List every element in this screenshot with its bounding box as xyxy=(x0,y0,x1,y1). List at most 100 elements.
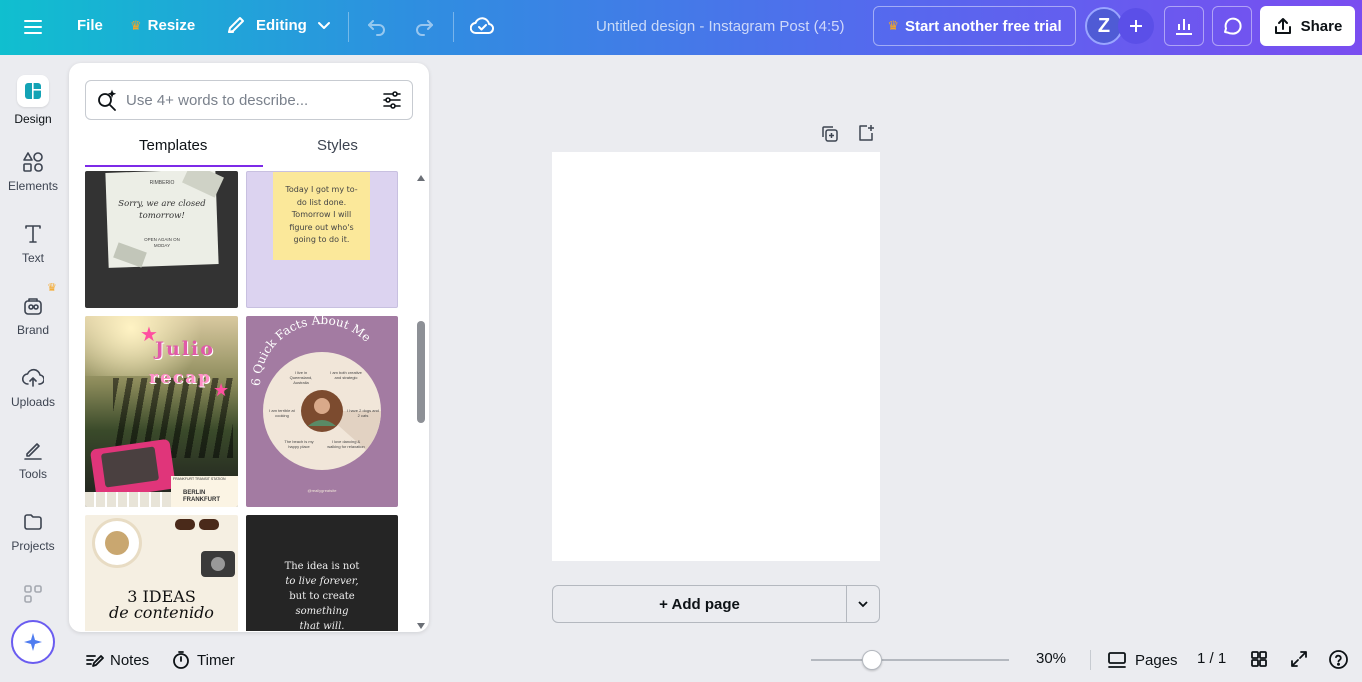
template-text: FRANKFURT TRANSIT STATION xyxy=(173,477,226,481)
resize-button[interactable]: ♛ Resize xyxy=(130,17,195,34)
share-button[interactable]: Share xyxy=(1260,6,1355,46)
timer-button[interactable]: Timer xyxy=(171,650,235,670)
text-icon xyxy=(25,225,41,243)
plus-icon xyxy=(1130,20,1142,32)
expand-icon xyxy=(1291,651,1307,667)
template-text: recap xyxy=(149,368,213,388)
undo-button[interactable] xyxy=(366,15,388,37)
magic-assistant-button[interactable] xyxy=(11,620,55,664)
comment-icon xyxy=(1224,17,1242,35)
design-icon xyxy=(17,75,49,107)
template-text: FRANKFURT xyxy=(183,497,220,503)
fullscreen-button[interactable] xyxy=(1289,649,1309,669)
template-card[interactable]: Today I got my to- do list done. Tomorro… xyxy=(246,171,398,308)
template-text: The idea is not xyxy=(284,561,360,572)
template-text: Julio xyxy=(155,338,215,360)
crown-icon: ♛ xyxy=(887,18,899,33)
projects-icon xyxy=(24,514,42,530)
rail-item-brand[interactable]: Brand ♛ xyxy=(0,282,66,337)
template-search xyxy=(85,80,413,120)
duplicate-page-icon[interactable] xyxy=(820,124,840,149)
template-text: BERLIN xyxy=(183,490,206,496)
template-text: RIMBERIO xyxy=(149,180,175,186)
cloud-check-icon xyxy=(470,17,494,34)
template-text: that will. xyxy=(299,621,345,631)
template-card[interactable]: Julio recap ★ ★ FRANKFURT TRANSIT STATIO… xyxy=(85,316,238,507)
template-text: MODAY xyxy=(153,243,171,248)
file-menu-button[interactable]: File xyxy=(77,17,103,34)
magic-search-icon xyxy=(98,89,117,111)
scroll-up-icon[interactable] xyxy=(417,175,425,181)
template-text: I live in Queensland, Australia xyxy=(289,370,313,385)
template-text: @reallygreatsite xyxy=(307,488,337,493)
template-card[interactable]: The idea is not to live forever, but to … xyxy=(246,515,398,631)
design-canvas[interactable] xyxy=(552,152,880,561)
page-counter: 1 / 1 xyxy=(1197,650,1227,667)
chevron-down-icon xyxy=(317,22,330,29)
template-text: The beach is my happy place xyxy=(284,439,314,449)
menu-icon[interactable] xyxy=(22,16,44,38)
template-text: figure out who's xyxy=(289,222,354,232)
rail-item-uploads[interactable]: Uploads xyxy=(0,367,66,409)
template-card[interactable]: RIMBERIO Sorry, we are closed tomorrow! … xyxy=(85,171,238,308)
uploads-icon xyxy=(22,368,44,387)
grid-view-button[interactable] xyxy=(1249,649,1269,669)
filter-icon[interactable] xyxy=(381,89,403,111)
help-button[interactable] xyxy=(1328,649,1349,670)
editing-mode-button[interactable]: Editing xyxy=(226,15,331,35)
pencil-icon xyxy=(228,17,244,33)
tab-templates[interactable]: Templates xyxy=(139,137,207,154)
template-text: Sorry, we are closed xyxy=(118,199,206,209)
add-page-button[interactable]: + Add page xyxy=(552,585,847,623)
template-card[interactable]: 6 Quick Facts About Me I live in Queensl… xyxy=(246,316,398,507)
side-rail: Design Elements Text Brand ♛ Uploads Too… xyxy=(0,55,66,682)
redo-button[interactable] xyxy=(413,15,435,37)
active-tab-indicator xyxy=(85,165,263,167)
cloud-save-button[interactable] xyxy=(470,15,494,37)
elements-icon xyxy=(23,152,43,172)
crown-icon: ♛ xyxy=(130,17,142,33)
chevron-down-icon xyxy=(858,601,868,608)
undo-icon xyxy=(368,20,385,36)
add-page-options-button[interactable] xyxy=(846,585,880,623)
tools-icon xyxy=(24,443,42,460)
pages-button[interactable]: Pages xyxy=(1107,650,1178,670)
template-text: do list done. xyxy=(296,197,347,207)
rail-item-tools[interactable]: Tools xyxy=(0,439,66,481)
zoom-slider[interactable] xyxy=(811,650,1009,670)
grid-icon xyxy=(1251,651,1267,667)
notes-button[interactable]: Notes xyxy=(84,650,149,670)
template-text: something xyxy=(295,606,349,617)
divider xyxy=(348,12,349,42)
rail-item-apps[interactable] xyxy=(0,583,66,611)
template-text: I am terrible at cooking xyxy=(269,408,295,418)
zoom-level[interactable]: 30% xyxy=(1036,650,1066,667)
timer-icon xyxy=(173,651,189,669)
template-card[interactable]: 3 IDEAS de contenido xyxy=(85,515,238,631)
document-title[interactable]: Untitled design - Instagram Post (4:5) xyxy=(596,18,844,35)
rail-item-elements[interactable]: Elements xyxy=(0,151,66,193)
pages-icon xyxy=(1108,652,1126,668)
start-trial-button[interactable]: ♛ Start another free trial xyxy=(873,6,1076,46)
panel-scrollbar[interactable] xyxy=(417,171,425,631)
template-grid: RIMBERIO Sorry, we are closed tomorrow! … xyxy=(85,171,401,631)
crown-icon: ♛ xyxy=(47,282,57,294)
add-page-icon[interactable] xyxy=(856,123,876,148)
template-text: going to do it. xyxy=(293,235,350,244)
rail-item-design[interactable]: Design xyxy=(0,75,66,126)
comments-button[interactable] xyxy=(1212,6,1252,46)
zoom-slider-thumb[interactable] xyxy=(862,650,883,670)
invite-button[interactable] xyxy=(1118,8,1154,44)
insights-button[interactable] xyxy=(1164,6,1204,46)
template-text: OPEN AGAIN ON xyxy=(144,237,180,242)
search-input[interactable] xyxy=(126,91,366,109)
tab-styles[interactable]: Styles xyxy=(317,137,358,154)
rail-item-text[interactable]: Text xyxy=(0,223,66,265)
scrollbar-thumb[interactable] xyxy=(417,321,425,423)
sparkle-icon xyxy=(24,633,42,651)
template-text: but to create xyxy=(289,591,355,602)
scroll-down-icon[interactable] xyxy=(417,623,425,629)
template-text: de contenido xyxy=(109,603,214,622)
brand-icon xyxy=(24,298,42,315)
rail-item-projects[interactable]: Projects xyxy=(0,511,66,553)
